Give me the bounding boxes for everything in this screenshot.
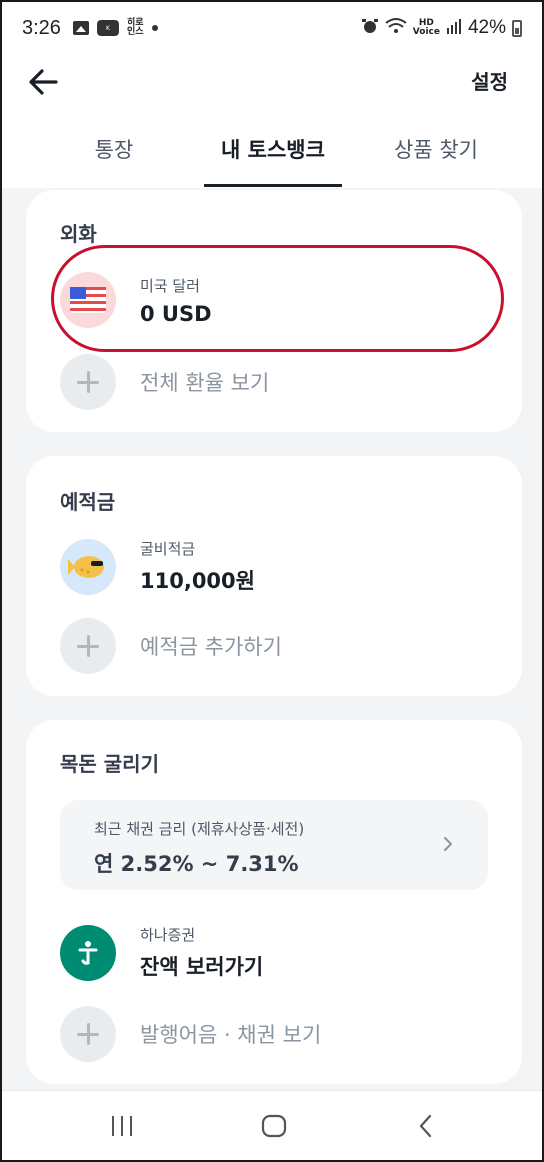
tab-my-tossbank[interactable]: 내 토스뱅크 xyxy=(202,134,344,164)
lump-sum-card: 목돈 굴리기 최근 채권 금리 (제휴사상품·세전) 연 2.52% ~ 7.3… xyxy=(26,720,522,1084)
broker-action: 잔액 보러가기 xyxy=(140,955,264,979)
fish-icon xyxy=(60,538,116,595)
chevron-right-icon xyxy=(438,834,458,854)
active-tab-indicator xyxy=(204,184,342,187)
recent-apps-icon[interactable] xyxy=(102,1109,142,1143)
gallery-notification-icon xyxy=(72,21,89,35)
usd-account-name: 미국 달러 xyxy=(140,276,200,295)
battery-icon xyxy=(512,19,522,37)
tab-find-products[interactable]: 상품 찾기 xyxy=(380,134,492,164)
savings-title: 예적금 xyxy=(60,490,116,514)
app-header: 설정 통장 내 토스뱅크 상품 찾기 xyxy=(2,54,542,188)
phone-screen: 3:26 K 히로 인스 HD Voice 42% 설정 통장 내 토스뱅크 상… xyxy=(0,0,544,1162)
tab-bar: 통장 내 토스뱅크 상품 찾기 xyxy=(2,134,542,188)
signal-icon xyxy=(446,18,462,39)
view-bonds-label: 발행어음 · 채권 보기 xyxy=(140,1023,322,1047)
bond-rate-subtitle: 최근 채권 금리 (제휴사상품·세전) xyxy=(94,820,305,838)
plus-icon xyxy=(60,354,116,410)
add-savings-row[interactable]: 예적금 추가하기 xyxy=(60,618,282,674)
broker-name: 하나증권 xyxy=(140,926,196,944)
us-flag-icon xyxy=(60,272,116,328)
view-exchange-rates-row[interactable]: 전체 환율 보기 xyxy=(60,354,269,410)
savings-account-name: 굴비적금 xyxy=(140,540,196,558)
savings-account-row[interactable]: 굴비적금 110,000원 xyxy=(60,538,255,595)
usd-balance: 0 USD xyxy=(140,301,212,326)
foreign-currency-card: 외화 미국 달러 0 USD 전체 환율 보기 xyxy=(26,190,522,432)
status-bar: 3:26 K 히로 인스 HD Voice 42% xyxy=(2,2,542,54)
bond-rate-value: 연 2.52% ~ 7.31% xyxy=(94,852,299,876)
hana-logo-icon xyxy=(60,924,116,981)
wifi-icon xyxy=(385,17,407,40)
foreign-currency-title: 외화 xyxy=(60,222,97,246)
back-arrow-icon[interactable] xyxy=(26,64,62,100)
bank-app-notification-icon: K xyxy=(96,20,119,36)
status-right: HD Voice 42% xyxy=(361,17,522,40)
usd-account-row[interactable]: 미국 달러 0 USD xyxy=(60,272,212,328)
battery-percent: 42% xyxy=(467,17,506,38)
savings-balance: 110,000원 xyxy=(140,569,255,593)
system-back-icon[interactable] xyxy=(406,1109,446,1143)
status-time: 3:26 xyxy=(22,16,61,39)
notification-text: 히로 인스 xyxy=(126,18,144,37)
more-notifications-icon xyxy=(151,25,158,31)
view-exchange-rates-label: 전체 환율 보기 xyxy=(140,371,270,395)
alarm-icon xyxy=(361,17,379,40)
home-icon[interactable] xyxy=(254,1109,294,1143)
lump-sum-title: 목돈 굴리기 xyxy=(60,752,159,776)
system-nav-bar xyxy=(2,1090,542,1160)
plus-icon xyxy=(60,618,116,674)
savings-card: 예적금 굴비적금 110,000원 예적금 추가하기 xyxy=(26,456,522,696)
tab-account[interactable]: 통장 xyxy=(64,134,164,164)
plus-icon xyxy=(60,1006,116,1062)
add-savings-label: 예적금 추가하기 xyxy=(140,635,282,659)
view-bonds-row[interactable]: 발행어음 · 채권 보기 xyxy=(60,1006,321,1062)
bond-rate-box[interactable]: 최근 채권 금리 (제휴사상품·세전) 연 2.52% ~ 7.31% xyxy=(60,800,488,890)
settings-button[interactable]: 설정 xyxy=(471,66,508,95)
hana-securities-row[interactable]: 하나증권 잔액 보러가기 xyxy=(60,924,263,981)
hd-voice-icon: HD Voice xyxy=(412,18,440,37)
